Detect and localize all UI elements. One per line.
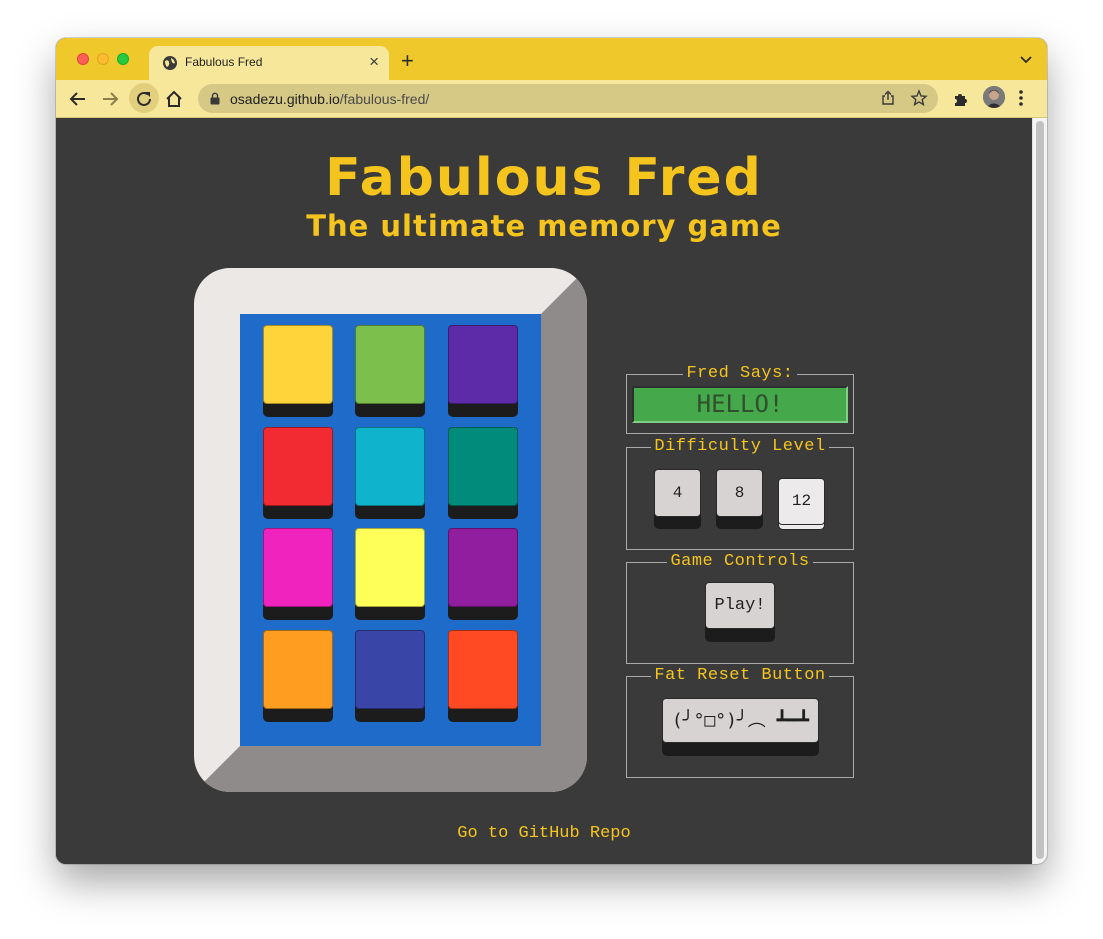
reload-icon[interactable]: [133, 88, 155, 110]
url-text[interactable]: osadezu.github.io/fabulous-fred/: [230, 91, 429, 107]
profile-avatar[interactable]: [983, 86, 1005, 108]
fred-says-legend: Fred Says:: [683, 364, 797, 383]
color-pad[interactable]: [355, 427, 425, 519]
color-pad-face: [448, 325, 518, 404]
browser-toolbar: osadezu.github.io/fabulous-fred/: [56, 80, 1047, 118]
forward-arrow-icon[interactable]: [99, 88, 121, 110]
play-label: Play!: [705, 582, 775, 629]
game-controls-legend: Game Controls: [667, 552, 813, 571]
color-pad[interactable]: [263, 630, 333, 722]
globe-icon: [163, 56, 177, 70]
color-pad-face: [263, 325, 333, 404]
page-title: Fabulous Fred: [325, 148, 763, 208]
color-pad[interactable]: [263, 427, 333, 519]
color-pad-face: [448, 528, 518, 607]
url-path: /fabulous-fred/: [339, 91, 430, 107]
reset-label: (╯°□°)╯︵ ┻━┻: [662, 698, 819, 743]
fred-says-display: HELLO!: [632, 386, 848, 423]
color-pad[interactable]: [448, 325, 518, 417]
close-window-button[interactable]: [77, 53, 89, 65]
game-board: [240, 314, 541, 746]
browser-window: Fabulous Fred × + osadezu.github.io/fabu…: [56, 38, 1047, 864]
color-pad[interactable]: [355, 630, 425, 722]
tab-close-icon[interactable]: ×: [369, 52, 379, 72]
color-pad[interactable]: [355, 528, 425, 620]
reset-legend: Fat Reset Button: [651, 666, 829, 685]
minimize-window-button[interactable]: [97, 53, 109, 65]
color-pad[interactable]: [448, 427, 518, 519]
scrollbar-thumb[interactable]: [1036, 121, 1044, 859]
lock-icon[interactable]: [209, 92, 221, 105]
color-pad-face: [263, 427, 333, 506]
difficulty-button-4[interactable]: 4: [654, 469, 701, 529]
zoom-window-button[interactable]: [117, 53, 129, 65]
difficulty-button-12[interactable]: 12: [778, 478, 825, 530]
more-menu-icon[interactable]: [1018, 89, 1024, 107]
color-pad-face: [448, 630, 518, 709]
color-pad-face: [355, 528, 425, 607]
color-pad-face: [263, 630, 333, 709]
profile-photo: [983, 86, 1005, 108]
bookmark-star-icon[interactable]: [910, 89, 928, 107]
github-repo-link[interactable]: Go to GitHub Repo: [56, 824, 1032, 843]
fred-says-panel: Fred Says: HELLO!: [626, 364, 854, 434]
difficulty-4-label: 4: [654, 469, 701, 517]
back-arrow-icon[interactable]: [67, 88, 89, 110]
difficulty-8-label: 8: [716, 469, 763, 517]
vertical-scrollbar[interactable]: [1032, 118, 1047, 864]
game-device: [194, 268, 587, 792]
fat-reset-button[interactable]: (╯°□°)╯︵ ┻━┻: [662, 698, 819, 756]
reset-panel: Fat Reset Button (╯°□°)╯︵ ┻━┻: [626, 666, 854, 778]
chevron-down-icon[interactable]: [1019, 52, 1033, 66]
browser-tab[interactable]: Fabulous Fred ×: [149, 46, 389, 80]
color-pad[interactable]: [263, 325, 333, 417]
page-subtitle: The ultimate memory game: [306, 209, 782, 243]
home-icon[interactable]: [163, 88, 185, 110]
difficulty-button-8[interactable]: 8: [716, 469, 763, 529]
color-pad-face: [355, 630, 425, 709]
play-button[interactable]: Play!: [705, 582, 775, 642]
color-pad-face: [448, 427, 518, 506]
color-pad[interactable]: [448, 528, 518, 620]
color-pad[interactable]: [448, 630, 518, 722]
color-pad-face: [263, 528, 333, 607]
difficulty-panel: Difficulty Level 4 8 12: [626, 437, 854, 550]
tab-title: Fabulous Fred: [185, 55, 263, 69]
extensions-puzzle-icon[interactable]: [950, 88, 972, 110]
difficulty-12-label: 12: [778, 478, 825, 525]
tab-strip: Fabulous Fred × +: [56, 38, 1047, 80]
share-icon[interactable]: [880, 90, 896, 106]
color-pad-face: [355, 427, 425, 506]
address-bar[interactable]: osadezu.github.io/fabulous-fred/: [198, 84, 938, 113]
url-host: osadezu.github.io: [230, 91, 340, 107]
game-controls-panel: Game Controls Play!: [626, 552, 854, 664]
color-pad-face: [355, 325, 425, 404]
new-tab-button[interactable]: +: [401, 48, 414, 74]
difficulty-legend: Difficulty Level: [651, 437, 829, 456]
color-pad[interactable]: [355, 325, 425, 417]
page-content: Fabulous Fred The ultimate memory game F…: [56, 118, 1032, 864]
color-pad[interactable]: [263, 528, 333, 620]
